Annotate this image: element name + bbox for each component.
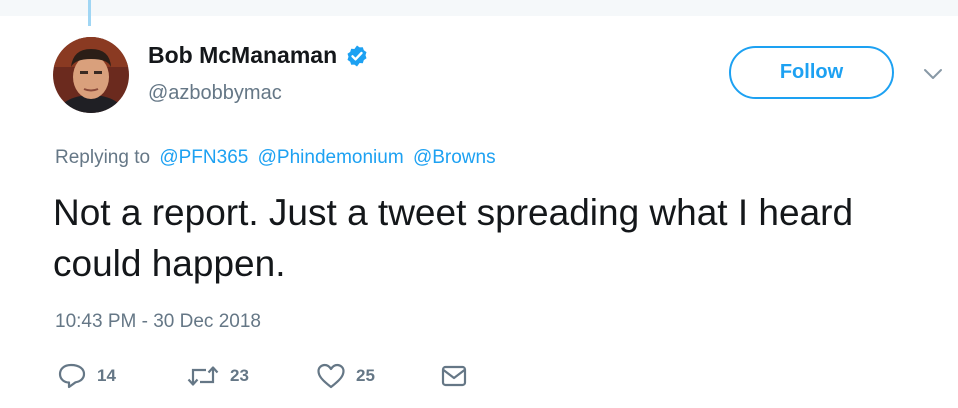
mention-link[interactable]: @Phindemonium	[258, 147, 404, 168]
retweet-icon	[186, 362, 220, 390]
verified-badge-icon	[345, 44, 369, 68]
tweet-text: Not a report. Just a tweet spreading wha…	[53, 192, 854, 284]
heart-icon	[316, 362, 346, 390]
follow-button[interactable]: Follow	[729, 46, 894, 99]
direct-message-button[interactable]	[440, 360, 468, 392]
author-display-name[interactable]: Bob McManaman	[148, 42, 337, 69]
reply-count: 14	[97, 366, 116, 385]
like-button[interactable]: 25	[316, 360, 375, 392]
retweet-count: 23	[230, 366, 249, 385]
chevron-down-icon[interactable]	[922, 66, 944, 82]
avatar[interactable]	[53, 37, 129, 113]
reply-button[interactable]: 14	[57, 360, 116, 392]
like-count: 25	[356, 366, 375, 385]
reply-bubble-icon	[57, 362, 87, 390]
retweet-button[interactable]: 23	[186, 360, 249, 392]
mention-link[interactable]: @Browns	[413, 147, 496, 168]
author-handle[interactable]: @azbobbymac	[148, 82, 282, 105]
mention-link[interactable]: @PFN365	[159, 147, 248, 168]
author-display-name-row[interactable]: Bob McManaman	[148, 42, 369, 69]
tweet-actions-bar: 14 23 25	[0, 356, 958, 396]
thread-connector-line	[88, 0, 91, 26]
envelope-icon	[440, 363, 468, 389]
replying-to-line: Replying to @PFN365 @Phindemonium @Brown…	[55, 147, 496, 169]
replying-to-label: Replying to	[55, 147, 151, 168]
thread-top-strip	[0, 0, 958, 16]
tweet-timestamp[interactable]: 10:43 PM - 30 Dec 2018	[55, 311, 261, 333]
